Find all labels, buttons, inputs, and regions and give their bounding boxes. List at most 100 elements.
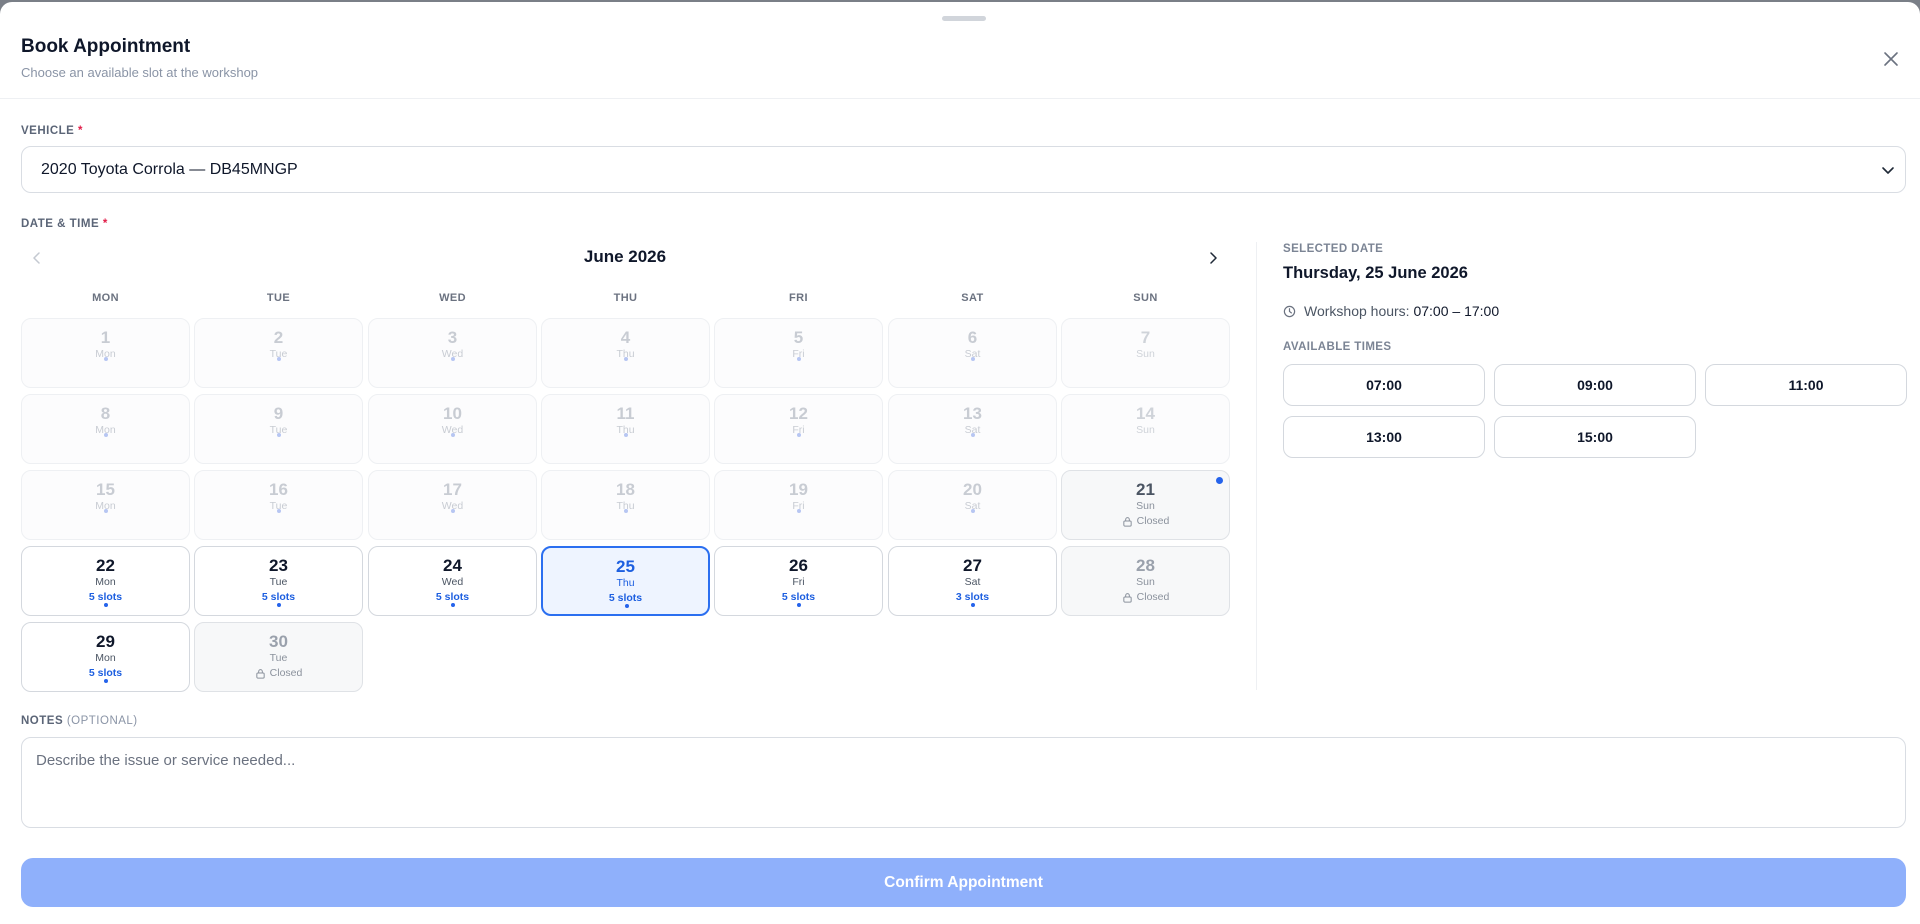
calendar-day-24[interactable]: 24 Wed 5 slots [368,546,537,616]
calendar-day-15: 15 Mon [21,470,190,540]
day-number: 25 [616,557,635,576]
availability-dot [451,603,455,607]
available-times-label: AVAILABLE TIMES [1283,341,1392,353]
hours-prefix: Workshop hours: [1304,303,1410,319]
availability-dot [451,357,455,361]
calendar-day-18: 18 Thu [541,470,710,540]
availability-dot [451,509,455,513]
day-weekday: Thu [616,577,635,589]
day-number: 22 [96,556,115,575]
day-closed-status: Closed [1062,590,1229,604]
availability-dot [624,433,628,437]
chevron-right-icon [1210,252,1217,264]
calendar-day-12: 12 Fri [714,394,883,464]
weekday-wed: WED [439,292,466,304]
today-indicator [1216,477,1223,484]
booking-modal: Book Appointment Choose an available slo… [0,2,1920,924]
calendar-day-29[interactable]: 29 Mon 5 slots [21,622,190,692]
calendar-day-26[interactable]: 26 Fri 5 slots [714,546,883,616]
availability-dot [797,357,801,361]
calendar-day-19: 19 Fri [714,470,883,540]
day-number: 23 [269,556,288,575]
calendar-day-7: 7 Sun [1061,318,1230,388]
day-number: 8 [100,404,111,423]
day-weekday: Sun [1136,424,1155,436]
day-number: 3 [447,328,458,347]
next-month-button[interactable] [1202,247,1224,269]
day-number: 2 [273,328,284,347]
confirm-appointment-button[interactable]: Confirm Appointment [21,858,1906,907]
day-number: 12 [789,404,808,423]
day-slot-count: 5 slots [88,667,123,679]
calendar-day-11: 11 Thu [541,394,710,464]
time-slot-1300[interactable]: 13:00 [1283,416,1485,458]
calendar-day-20: 20 Sat [888,470,1057,540]
day-number: 7 [1140,328,1151,347]
availability-dot [277,603,281,607]
modal-title: Book Appointment [21,36,191,57]
availability-dot [797,509,801,513]
weekday-sat: SAT [961,292,984,304]
availability-dot [625,604,629,608]
day-number: 10 [443,404,462,423]
time-slot-1100[interactable]: 11:00 [1705,364,1907,406]
day-closed-status: Closed [195,666,362,680]
weekday-sun: SUN [1133,292,1158,304]
weekday-thu: THU [613,292,638,304]
calendar-day-27[interactable]: 27 Sat 3 slots [888,546,1057,616]
calendar-day-23[interactable]: 23 Tue 5 slots [194,546,363,616]
weekday-fri: FRI [789,292,808,304]
day-number: 21 [1136,480,1155,499]
vehicle-select-value: 2020 Toyota Corrola — DB45MNGP [41,160,298,178]
notes-textarea[interactable] [21,737,1906,828]
day-number: 27 [963,556,982,575]
day-weekday: Wed [441,576,464,588]
availability-dot [104,679,108,683]
lock-icon [1122,592,1132,603]
day-number: 26 [789,556,808,575]
calendar-day-25[interactable]: 25 Thu 5 slots [541,546,710,616]
day-number: 28 [1136,556,1155,575]
day-number: 9 [273,404,284,423]
calendar-day-22[interactable]: 22 Mon 5 slots [21,546,190,616]
close-button[interactable] [1878,46,1904,72]
calendar-month-label: June 2026 [583,247,667,266]
calendar-day-1: 1 Mon [21,318,190,388]
availability-dot [971,603,975,607]
selected-date-label: SELECTED DATE [1283,243,1384,255]
calendar-day-3: 3 Wed [368,318,537,388]
time-slot-1500[interactable]: 15:00 [1494,416,1696,458]
availability-dot [797,603,801,607]
vehicle-select[interactable]: 2020 Toyota Corrola — DB45MNGP [21,146,1906,193]
day-slot-count: 3 slots [955,591,990,603]
availability-dot [277,357,281,361]
modal-subtitle: Choose an available slot at the workshop [21,65,259,80]
day-weekday: Sun [1136,348,1155,360]
day-weekday: Tue [269,652,288,664]
day-number: 14 [1136,404,1155,423]
availability-dot [624,357,628,361]
time-slot-0700[interactable]: 07:00 [1283,364,1485,406]
calendar-day-2: 2 Tue [194,318,363,388]
time-slot-0900[interactable]: 09:00 [1494,364,1696,406]
calendar-day-16: 16 Tue [194,470,363,540]
calendar-day-28: 28 Sun Closed [1061,546,1230,616]
calendar-day-9: 9 Tue [194,394,363,464]
divider [1256,242,1257,690]
day-number: 1 [100,328,111,347]
day-number: 5 [793,328,804,347]
day-number: 30 [269,632,288,651]
calendar-day-6: 6 Sat [888,318,1057,388]
weekday-tue: TUE [266,292,291,304]
day-number: 16 [269,480,288,499]
datetime-label: DATE & TIME * [21,218,108,230]
day-number: 6 [967,328,978,347]
day-weekday: Tue [269,576,288,588]
availability-dot [971,509,975,513]
chevron-down-icon [1882,167,1894,174]
calendar-day-13: 13 Sat [888,394,1057,464]
day-slot-count: 5 slots [608,592,643,604]
availability-dot [277,509,281,513]
lock-icon [1122,516,1132,527]
calendar-day-4: 4 Thu [541,318,710,388]
